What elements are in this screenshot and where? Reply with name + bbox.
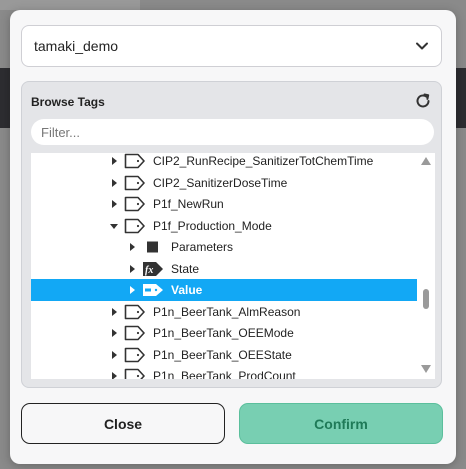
folder-square-icon bbox=[142, 239, 164, 258]
expression-tag-icon: fx bbox=[142, 261, 164, 280]
tree-row[interactable]: CIP2_RunRecipe_SanitizerTotChemTime bbox=[31, 153, 417, 172]
tag-tree: P1n_BeerTank_ProdCount P1n_BeerTank_OEESt… bbox=[31, 153, 435, 379]
caret-right-icon[interactable] bbox=[109, 371, 119, 379]
tree-row[interactable]: P1n_BeerTank_OEEMode bbox=[31, 322, 417, 344]
tree-row[interactable]: Value bbox=[31, 279, 417, 301]
tree-row-label: State bbox=[171, 261, 200, 276]
tree-row-label: CIP2_RunRecipe_SanitizerTotChemTime bbox=[153, 154, 374, 168]
tag-provider-select[interactable]: tamaki_demo bbox=[21, 25, 442, 67]
refresh-icon[interactable] bbox=[414, 92, 432, 110]
svg-text:fx: fx bbox=[145, 265, 153, 276]
tree-row[interactable]: CIP2_SanitizerDoseTime bbox=[31, 172, 417, 194]
tree-row-label: P1f_Production_Mode bbox=[153, 218, 272, 233]
tree-row-label: P1n_BeerTank_OEEState bbox=[153, 347, 292, 362]
browse-tags-title: Browse Tags bbox=[31, 95, 105, 109]
background-toolbar bbox=[0, 0, 140, 10]
tree-row[interactable]: Parameters bbox=[31, 236, 417, 258]
tree-row-label: P1n_BeerTank_AlmReason bbox=[153, 304, 301, 319]
value-tag-icon bbox=[142, 282, 164, 301]
tag-icon bbox=[124, 153, 146, 172]
close-button[interactable]: Close bbox=[21, 403, 225, 444]
caret-right-icon[interactable] bbox=[109, 328, 119, 338]
tag-provider-value: tamaki_demo bbox=[34, 38, 119, 54]
tag-icon bbox=[124, 347, 146, 366]
tree-row[interactable]: P1n_BeerTank_OEEState bbox=[31, 344, 417, 366]
tree-row[interactable]: fx State bbox=[31, 258, 417, 280]
scroll-up-icon[interactable] bbox=[421, 157, 431, 165]
caret-right-icon[interactable] bbox=[109, 178, 119, 188]
chevron-down-icon bbox=[416, 42, 428, 50]
caret-right-icon[interactable] bbox=[127, 285, 137, 295]
tree-row[interactable]: P1n_BeerTank_ProdCount bbox=[31, 365, 417, 379]
tree-row-label: Value bbox=[171, 283, 203, 297]
tree-row-label: P1f_NewRun bbox=[153, 197, 224, 211]
tree-row[interactable]: P1f_NewRun bbox=[31, 193, 417, 215]
scrollbar-thumb[interactable] bbox=[423, 289, 429, 309]
caret-right-icon[interactable] bbox=[127, 264, 137, 274]
caret-right-icon[interactable] bbox=[109, 350, 119, 360]
tag-icon bbox=[124, 196, 146, 215]
caret-right-icon[interactable] bbox=[109, 307, 119, 317]
caret-right-icon[interactable] bbox=[127, 242, 137, 252]
scroll-down-icon[interactable] bbox=[421, 365, 431, 373]
confirm-button[interactable]: Confirm bbox=[239, 403, 443, 444]
tree-row-label: Parameters bbox=[171, 240, 234, 254]
caret-right-icon[interactable] bbox=[109, 199, 119, 209]
caret-right-icon[interactable] bbox=[109, 156, 119, 166]
tree-row-label: CIP2_SanitizerDoseTime bbox=[153, 175, 288, 190]
tree-scrollbar[interactable] bbox=[417, 153, 435, 379]
browse-tags-panel: Browse Tags P1n_BeerTank_ProdCountP1n_Be… bbox=[21, 81, 442, 388]
tag-icon bbox=[124, 325, 146, 344]
tag-browser-dialog: tamaki_demo Browse Tags P1n_BeerTank_Pro… bbox=[10, 10, 456, 464]
tag-icon bbox=[124, 304, 146, 323]
filter-input[interactable] bbox=[31, 119, 434, 145]
tree-row-label: P1n_BeerTank_ProdCount bbox=[153, 369, 296, 379]
tree-row[interactable]: P1f_Production_Mode bbox=[31, 215, 417, 237]
tag-icon bbox=[124, 175, 146, 194]
tree-row[interactable]: P1n_BeerTank_AlmReason bbox=[31, 301, 417, 323]
tree-row-label: P1n_BeerTank_OEEMode bbox=[153, 326, 294, 340]
tag-icon bbox=[124, 368, 146, 379]
tag-icon bbox=[124, 218, 146, 237]
caret-down-icon[interactable] bbox=[109, 221, 119, 231]
